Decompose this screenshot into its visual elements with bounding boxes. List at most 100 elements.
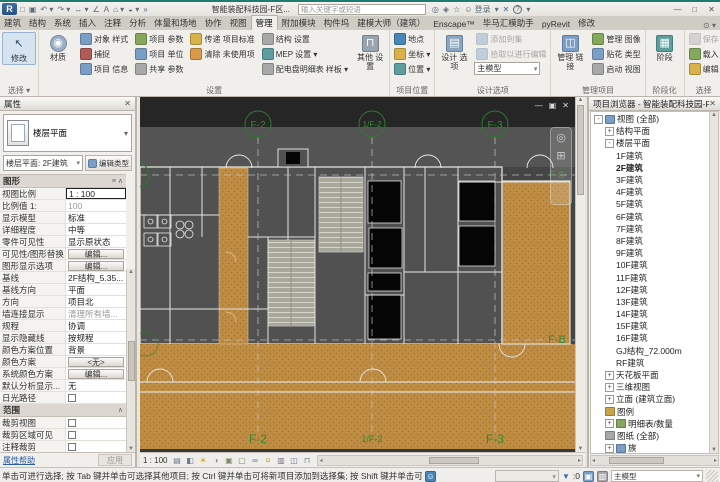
project-information-button[interactable]: 项目 信息 [78,62,130,76]
tree-item-23[interactable]: + 立面 (建筑立面) [591,393,709,405]
property-checkbox[interactable] [68,393,76,402]
phases-button[interactable]: ▦ 阶段 [648,32,682,63]
property-value[interactable]: 协调 [66,320,126,331]
default-3d-view-icon[interactable]: ⌂ ▾ [113,5,124,14]
tree-item-14[interactable]: 12F建筑 [591,284,709,296]
purge-unused-button[interactable]: 清除 未使用项 [188,47,256,61]
tree-item-12[interactable]: 10F建筑 [591,259,709,271]
property-value[interactable]: <无> [66,356,126,367]
transfer-project-standards-button[interactable]: 传递 项目标准 [188,32,256,46]
tree-item-20[interactable]: RF建筑 [591,357,709,369]
section-pin-icon[interactable]: ≡ ∧ [112,177,123,185]
canvas-horizontal-scrollbar[interactable]: ◂ ▸ [317,454,583,466]
selection-load-button[interactable]: 载入 [687,47,720,61]
property-value[interactable]: 无 [66,380,126,391]
canvas-scroll-right-icon[interactable]: ▸ [578,457,581,464]
browser-scroll-down-icon[interactable]: ▼ [711,447,717,453]
collapse-icon[interactable]: - [605,138,614,148]
materials-button[interactable]: ◉ 材质 [41,32,75,63]
property-value[interactable]: 平面 [66,284,126,295]
signin-icon[interactable]: ☺ 登录 [464,4,490,15]
ribbon-tab-4[interactable]: 注释 [100,16,125,30]
tree-item-4[interactable]: 2F建筑 [591,162,709,174]
selection-save-button[interactable]: 保存 [687,32,720,46]
tree-item-16[interactable]: 14F建筑 [591,308,709,320]
property-value[interactable]: 编辑... [66,260,126,271]
tree-item-7[interactable]: 5F建筑 [591,198,709,210]
hide-analytical-model-icon[interactable]: ◫ [288,455,299,466]
open-icon[interactable]: □ [20,5,25,14]
properties-help-link[interactable]: 属性帮助 [3,455,35,466]
crop-view-icon[interactable]: ▣ [223,455,234,466]
location-button[interactable]: 地点 [392,32,432,46]
browser-scroll-left-icon[interactable]: ◂ [592,457,595,464]
tree-item-13[interactable]: 11F建筑 [591,271,709,283]
modify-button[interactable]: ↖ 修改 [2,32,36,65]
redo-icon[interactable]: ↷ ▾ [57,5,70,14]
property-checkbox[interactable] [68,442,76,451]
tree-item-17[interactable]: 15F建筑 [591,320,709,332]
tree-item-3[interactable]: 1F建筑 [591,150,709,162]
browser-vertical-scrollbar[interactable]: ▲ ▼ [709,112,718,453]
reveal-hidden-elements-icon[interactable]: ¤ [262,455,273,466]
exclude-options-icon[interactable]: ▥ [597,470,608,482]
scroll-down-icon[interactable]: ▼ [128,446,134,452]
tree-item-26[interactable]: 图纸 (全部) [591,430,709,442]
property-value[interactable] [66,441,126,452]
filter-icon[interactable]: ▼ [562,472,570,481]
scroll-up-icon[interactable]: ▲ [128,269,134,275]
visual-style-icon[interactable]: ◧ [184,455,195,466]
scroll-thumb[interactable] [127,340,135,381]
view-scale-button[interactable]: 1 : 100 [143,456,167,465]
close-icon[interactable]: ✕ [703,5,720,14]
ribbon-tab-2[interactable]: 系统 [50,16,75,30]
crop-region-icon[interactable]: ▢ [236,455,247,466]
measure-icon[interactable]: ↔ ▾ [74,5,88,14]
ribbon-tab-15[interactable]: pyRevit [538,18,574,30]
canvas-scroll-left-icon[interactable]: ◂ [319,457,322,464]
detail-level-icon[interactable]: ▤ [171,455,182,466]
shared-parameters-button[interactable]: 共享 参数 [133,62,185,76]
drawing-area[interactable]: F-2 1/F-2 F-3 F-2 1/F-2 F-3 F-C F-B — ▣ ✕ … [140,97,585,467]
active-workset-combo[interactable]: 主模型 ▾ [611,470,703,482]
expand-icon[interactable]: + [605,394,614,404]
tree-item-9[interactable]: 7F建筑 [591,223,709,235]
property-edit-button[interactable]: <无> [68,356,124,367]
property-value[interactable] [66,392,126,403]
pick-to-edit-button[interactable]: 拾取以进行编辑 [474,47,548,61]
ribbon-tab-11[interactable]: 构件坞 [320,16,354,30]
property-value[interactable]: 按规程 [66,332,126,343]
canvas-vertical-scrollbar[interactable]: ▲ ▼ [575,97,585,452]
edit-type-button[interactable]: 编辑类型 [85,155,132,171]
help-icon[interactable]: ? [513,4,523,14]
ribbon-tab-10[interactable]: 附加模块 [278,16,320,30]
properties-scrollbar[interactable]: ▲ ▼ [126,269,135,452]
property-value[interactable]: 背景 [66,344,126,355]
search-input[interactable]: 输入关键字或短语 [297,3,426,15]
sun-path-icon[interactable]: ☀ [197,455,208,466]
ribbon-tab-13[interactable]: Enscape™ [429,18,479,30]
exchange-apps-icon[interactable]: ✕ [503,5,510,14]
temporary-hide-isolate-icon[interactable]: ∞ [249,455,260,466]
mep-settings-button[interactable]: MEP 设置 ▾ [260,47,350,61]
tree-item-18[interactable]: 16F建筑 [591,332,709,344]
property-value[interactable]: 标准 [66,212,126,223]
communication-center-icon[interactable]: ◈ [443,5,449,14]
tree-item-19[interactable]: GJ结构_72.000m [591,345,709,357]
additional-settings-button[interactable]: ⊓ 其他 设置 [353,32,387,71]
navigation-bar[interactable]: ◎ ⊞ [550,127,572,205]
type-selector-dropdown-icon[interactable]: ▾ [124,129,128,138]
property-value[interactable]: 项目北 [66,296,126,307]
spacer[interactable] [188,62,256,76]
browser-close-icon[interactable]: ✕ [709,99,716,108]
worksharing-user-icon[interactable]: ☺ [425,470,436,482]
minimize-icon[interactable]: — [669,5,686,14]
steering-wheel-icon[interactable]: ◎ [556,131,566,144]
browser-scroll-up-icon[interactable]: ▲ [711,112,717,118]
favorites-icon[interactable]: ☆ [453,5,460,14]
property-edit-button[interactable]: 编辑... [68,368,124,379]
maximize-icon[interactable]: □ [686,5,703,14]
selection-edit-button[interactable]: 编辑 [687,62,720,76]
help-dropdown-icon[interactable]: ▾ [526,5,530,14]
tree-item-11[interactable]: 9F建筑 [591,247,709,259]
